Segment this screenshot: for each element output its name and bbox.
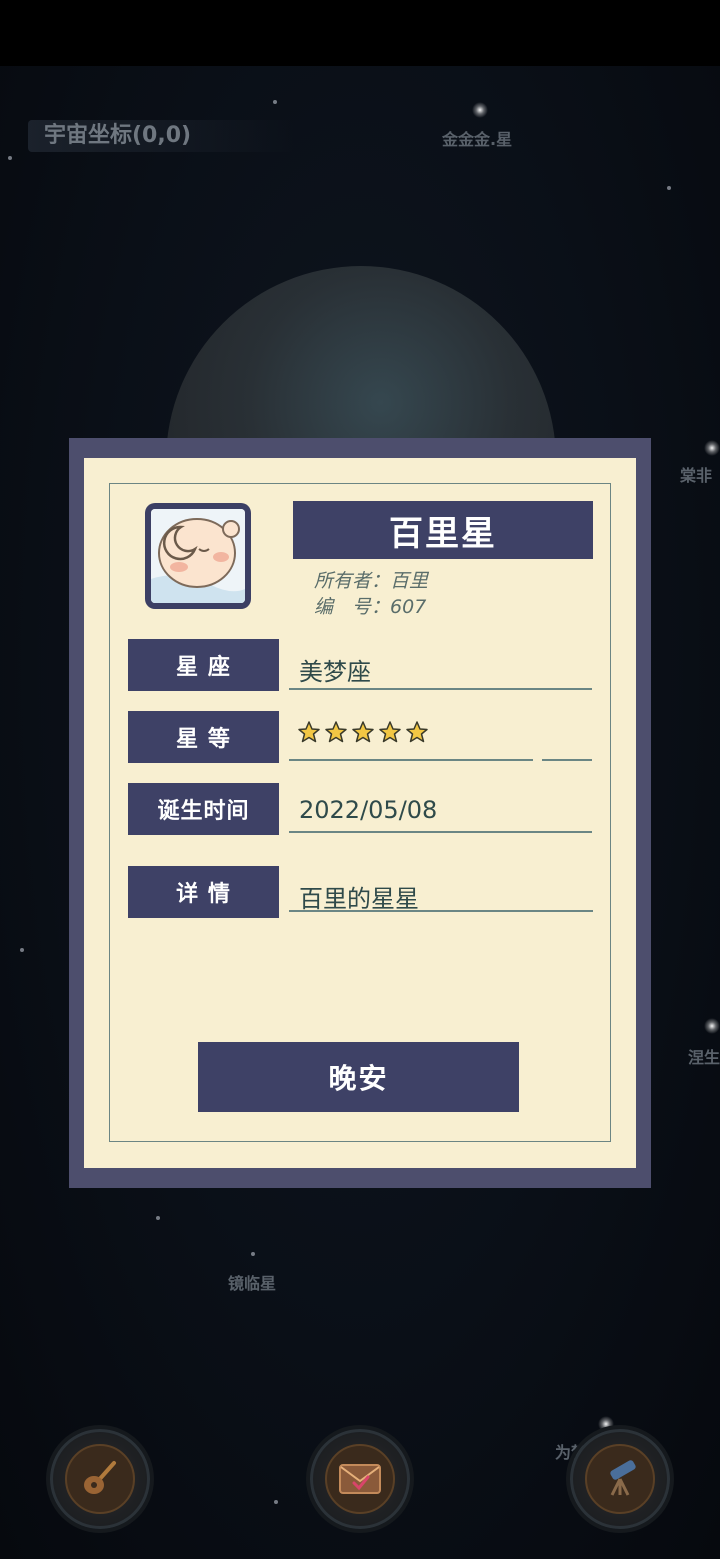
star-name-title: 百里星 xyxy=(293,501,593,559)
details-value: 百里的星星 xyxy=(299,885,419,913)
star-icon xyxy=(325,721,347,743)
magnitude-underline xyxy=(289,759,533,761)
star-dot xyxy=(20,948,24,952)
telescope-icon xyxy=(585,1444,655,1514)
owner-avatar[interactable] xyxy=(145,503,251,609)
owner-value: 百里 xyxy=(390,570,429,592)
star-icon xyxy=(352,721,374,743)
birth-time-value: 2022/05/08 xyxy=(299,796,438,824)
universe-coordinates: 宇宙坐标(0,0) xyxy=(28,120,294,152)
star-dot xyxy=(273,100,277,104)
star-dot xyxy=(8,156,12,160)
id-label: 编 号： xyxy=(314,596,391,618)
constellation-underline xyxy=(289,688,592,690)
magnitude-label: 星 等 xyxy=(128,711,279,763)
details-underline xyxy=(289,910,593,912)
details-label: 详 情 xyxy=(128,866,279,918)
constellation-label: 星 座 xyxy=(128,639,279,691)
star-label-right-lower[interactable]: 涅生 xyxy=(688,1044,720,1068)
magnitude-rating xyxy=(297,720,429,744)
magnitude-underline-extra xyxy=(542,759,592,761)
star-dot xyxy=(274,1500,278,1504)
telescope-button[interactable] xyxy=(570,1429,670,1529)
constellation-value: 美梦座 xyxy=(299,658,371,686)
star-label-lower-left[interactable]: 镜临星 xyxy=(228,1270,276,1294)
star-dot xyxy=(156,1216,160,1220)
star-icon xyxy=(298,721,320,743)
mail-button[interactable] xyxy=(310,1429,410,1529)
star-glow xyxy=(704,1018,720,1034)
status-bar xyxy=(0,0,720,66)
guitar-icon xyxy=(65,1444,135,1514)
id-line: 编 号：607 xyxy=(314,592,426,619)
star-dot xyxy=(667,186,671,190)
id-value: 607 xyxy=(390,596,427,618)
star-label-right-upper[interactable]: 棠非 xyxy=(680,462,712,486)
star-glow xyxy=(704,440,720,456)
star-dot xyxy=(251,1252,255,1256)
mail-heart-icon xyxy=(325,1444,395,1514)
owner-label: 所有者： xyxy=(314,570,391,592)
birth-time-label: 诞生时间 xyxy=(128,783,279,835)
birth-time-underline xyxy=(289,831,592,833)
sleeping-baby-icon xyxy=(151,509,245,603)
owner-line: 所有者：百里 xyxy=(314,566,428,593)
star-icon xyxy=(379,721,401,743)
star-icon xyxy=(406,721,428,743)
star-glow xyxy=(472,102,488,118)
goodnight-button[interactable]: 晚安 xyxy=(198,1042,519,1112)
music-button[interactable] xyxy=(50,1429,150,1529)
star-label-top[interactable]: 金金金.星 xyxy=(442,126,512,150)
